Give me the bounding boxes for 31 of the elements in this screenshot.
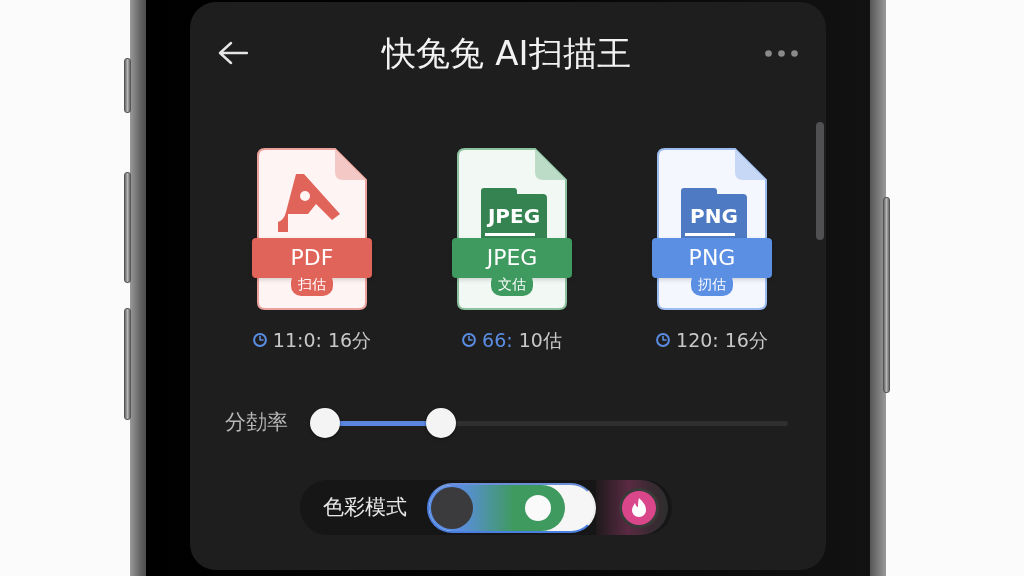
folded-corner-icon (335, 149, 366, 180)
clock-icon (462, 333, 477, 347)
back-arrow-icon[interactable] (218, 41, 248, 65)
range-slider[interactable] (310, 408, 788, 438)
color-mode-toggle[interactable] (427, 482, 596, 533)
count-value: 66: (482, 327, 513, 353)
scrollbar[interactable] (816, 122, 824, 240)
side-button[interactable] (883, 197, 890, 393)
folded-corner-icon (535, 149, 566, 180)
side-button[interactable] (124, 308, 131, 420)
flame-button[interactable] (596, 480, 668, 535)
count-value: 11:0: (272, 327, 322, 353)
count-value: 120: (676, 327, 719, 353)
slider-thumb[interactable] (310, 408, 340, 438)
format-label: PNG (652, 238, 772, 278)
more-options-icon[interactable] (765, 49, 798, 57)
slider-label: 分勎率 (225, 409, 288, 437)
format-label: PDF (252, 238, 372, 278)
side-button[interactable] (124, 172, 131, 283)
folded-corner-icon (735, 149, 766, 180)
app-title: 快兔兔 AI扫描王 (382, 33, 631, 73)
color-mode-label: 色彩模式 (323, 493, 407, 521)
slider-thumb[interactable] (426, 408, 457, 438)
format-label: JPEG (452, 238, 572, 278)
clock-icon (252, 333, 267, 347)
flame-icon (618, 486, 660, 529)
duration-text: 16分 (327, 327, 372, 353)
side-button[interactable] (124, 58, 131, 113)
duration-text: 10估 (518, 327, 562, 353)
clock-icon (656, 333, 671, 347)
duration-text: 16分 (724, 327, 768, 353)
